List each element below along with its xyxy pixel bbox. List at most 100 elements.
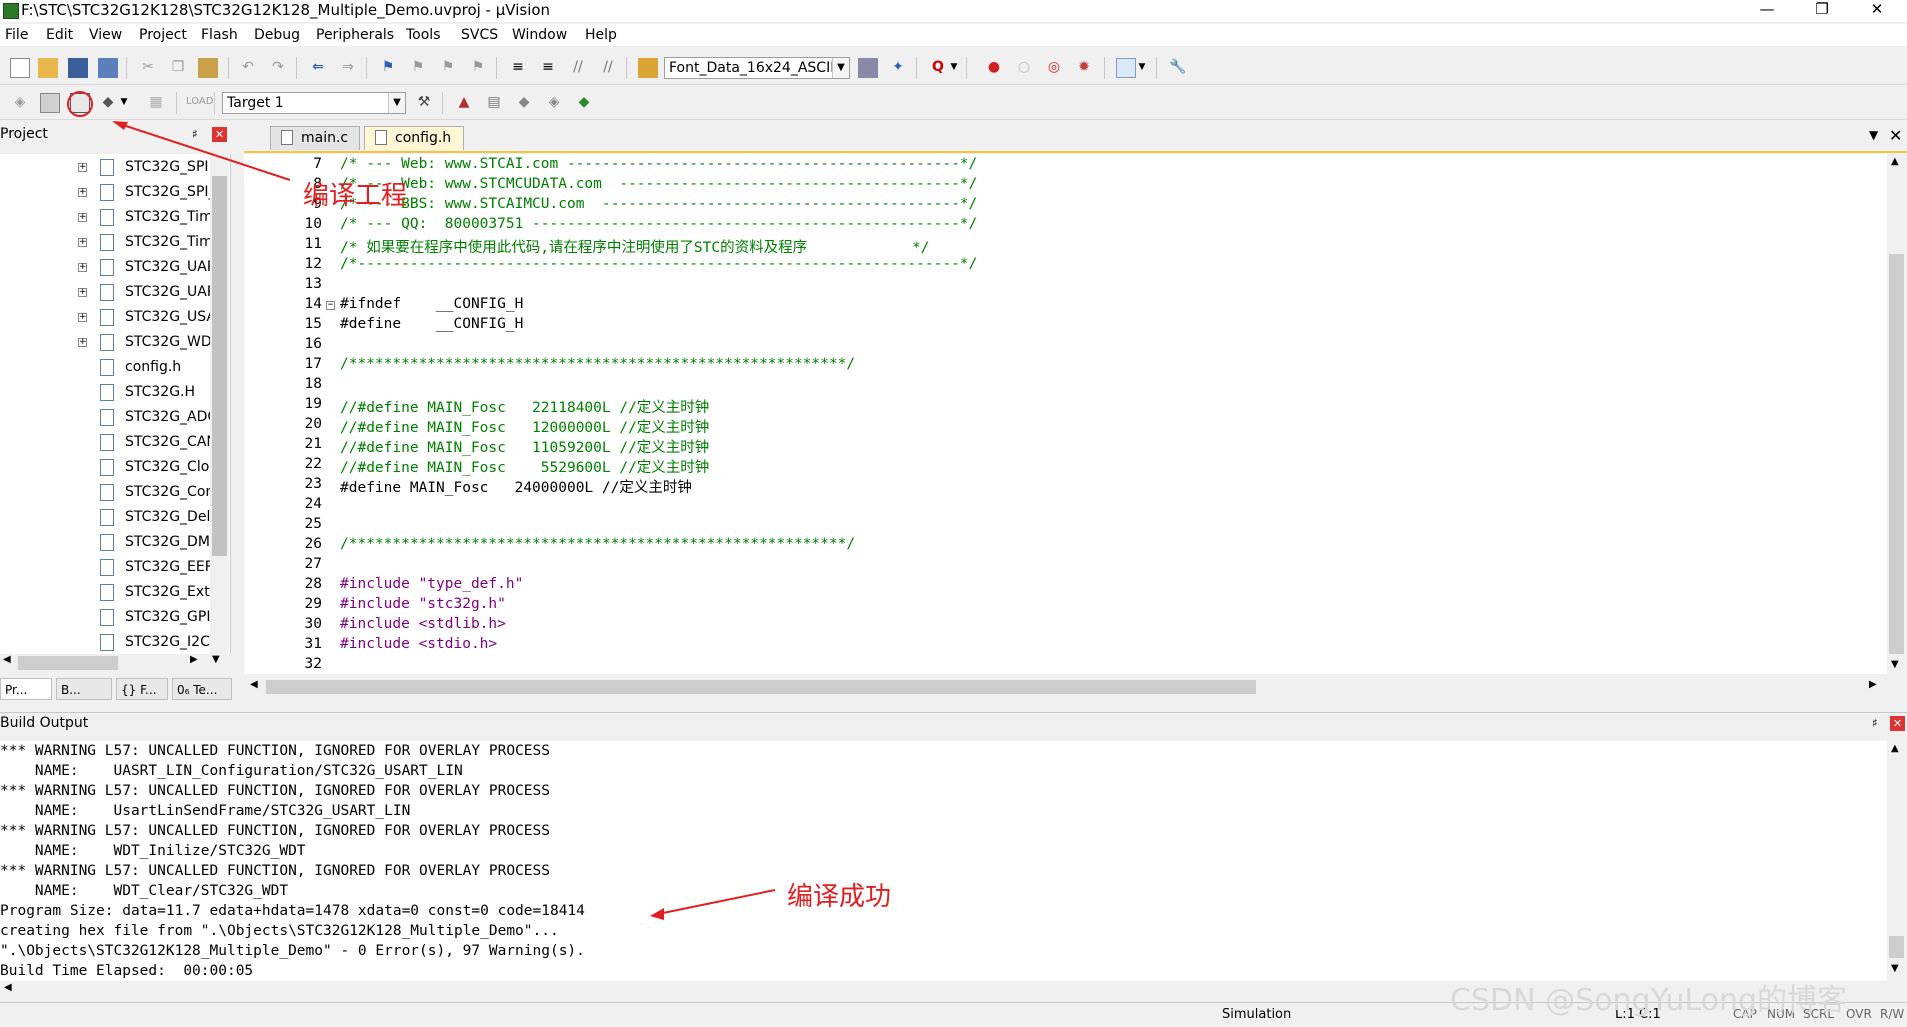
navigate-forward-icon[interactable]: ⇒ (338, 58, 358, 78)
tree-item[interactable]: + STC32G_USART (0, 306, 230, 331)
batch-build-icon[interactable]: ◆ (98, 93, 118, 113)
expand-icon[interactable]: + (78, 238, 87, 247)
navigate-back-icon[interactable]: ⇐ (308, 58, 328, 78)
unindent-icon[interactable]: ≡ (538, 58, 558, 78)
redo-icon[interactable]: ↷ (268, 58, 288, 78)
start-debug-icon[interactable]: Q (928, 58, 948, 78)
build-icon[interactable] (40, 93, 60, 113)
tree-item[interactable]: + STC32G_Timer (0, 206, 230, 231)
menu-file[interactable]: File (5, 27, 28, 43)
next-bookmark-icon[interactable]: ⚑ (438, 58, 458, 78)
open-folder-icon[interactable] (38, 58, 58, 78)
tree-item[interactable]: STC32G_GPIO (0, 606, 230, 631)
tree-item[interactable]: STC32G_ADC (0, 406, 230, 431)
insert-breakpoint-icon[interactable]: ● (984, 58, 1004, 78)
enable-breakpoint-icon[interactable]: ○ (1014, 58, 1034, 78)
output-vscroll-thumb[interactable] (1889, 936, 1904, 958)
cut-icon[interactable]: ✂ (138, 58, 158, 78)
menu-svcs[interactable]: SVCS (461, 27, 498, 43)
scroll-up-icon[interactable]: ▲ (1891, 743, 1899, 754)
output-vscrollbar[interactable]: ▲ ▼ (1887, 741, 1906, 981)
tree-item[interactable]: STC32G_Com (0, 481, 230, 506)
expand-icon[interactable]: + (78, 163, 87, 172)
expand-icon[interactable]: + (78, 213, 87, 222)
uncomment-icon[interactable]: // (598, 58, 618, 78)
menu-help[interactable]: Help (585, 27, 617, 43)
tree-item[interactable]: + STC32G_SPI_ (0, 181, 230, 206)
bookmark-icon[interactable]: ⚑ (378, 58, 398, 78)
pin-icon[interactable]: ♯ (1872, 713, 1878, 733)
pin-icon[interactable]: ♯ (192, 124, 198, 144)
menu-view[interactable]: View (89, 27, 122, 43)
scroll-down-icon[interactable]: ▼ (1891, 963, 1899, 974)
manage-components-icon[interactable]: ▲ (454, 93, 474, 113)
tree-hscroll-thumb[interactable] (18, 656, 118, 670)
editor-vscroll-thumb[interactable] (1889, 254, 1904, 654)
tab-templates[interactable]: 0₆ Te... (172, 678, 232, 700)
tree-item[interactable]: + STC32G_WDT (0, 331, 230, 356)
tree-item[interactable]: + STC32G_UART (0, 256, 230, 281)
indent-icon[interactable]: ≡ (508, 58, 528, 78)
menu-debug[interactable]: Debug (254, 27, 300, 43)
menu-window[interactable]: Window (512, 27, 567, 43)
expand-icon[interactable]: + (78, 313, 87, 322)
scroll-right-icon[interactable]: ▶ (1869, 679, 1877, 690)
build-output-panel[interactable]: *** WARNING L57: UNCALLED FUNCTION, IGNO… (0, 741, 1887, 981)
editor-hscroll-thumb[interactable] (266, 680, 1256, 694)
stop-build-icon[interactable]: ▦ (146, 93, 166, 113)
find-in-files-icon[interactable] (638, 58, 658, 78)
tree-item[interactable]: STC32G_DMA (0, 531, 230, 556)
kill-breakpoints-icon[interactable]: ✹ (1074, 58, 1094, 78)
save-icon[interactable] (68, 58, 88, 78)
menu-edit[interactable]: Edit (46, 27, 73, 43)
tree-item[interactable]: STC32G_Exti. (0, 581, 230, 606)
download-icon[interactable]: LOAD (186, 93, 213, 113)
paste-icon[interactable] (198, 58, 218, 78)
editor-hscrollbar[interactable]: ◀ ▶ (244, 678, 1887, 696)
select-packs-icon[interactable]: ◆ (514, 93, 534, 113)
tree-item[interactable]: STC32G_I2C.I (0, 631, 230, 654)
chevron-down-icon[interactable]: ▼ (118, 93, 130, 113)
code-editor[interactable]: 7 /* --- Web: www.STCAI.com -------------… (244, 154, 1887, 674)
disable-breakpoints-icon[interactable]: ◎ (1044, 58, 1064, 78)
rebuild-icon[interactable] (70, 93, 90, 113)
tree-item[interactable]: STC32G_CAN (0, 431, 230, 456)
configure-icon[interactable]: 🔧 (1168, 58, 1188, 78)
close-icon[interactable]: ✕ (212, 127, 227, 142)
chevron-down-icon[interactable]: ▼ (388, 93, 405, 113)
tree-scrollbar[interactable] (210, 154, 229, 654)
prev-bookmark-icon[interactable]: ⚑ (408, 58, 428, 78)
tree-item[interactable]: STC32G_EEPROM (0, 556, 230, 581)
expand-icon[interactable]: + (78, 188, 87, 197)
scroll-down-icon[interactable]: ▼ (212, 654, 220, 665)
file-extensions-icon[interactable]: ▤ (484, 93, 504, 113)
incremental-find-icon[interactable] (858, 58, 878, 78)
chevron-down-icon[interactable]: ▼ (832, 58, 849, 78)
tree-item[interactable]: STC32G_Clock (0, 456, 230, 481)
save-all-icon[interactable] (98, 58, 118, 78)
tab-main-c[interactable]: main.c (270, 126, 360, 150)
scroll-down-icon[interactable]: ▼ (1891, 659, 1899, 670)
scroll-left-icon[interactable]: ◀ (3, 654, 11, 665)
comment-icon[interactable]: // (568, 58, 588, 78)
expand-icon[interactable]: + (78, 338, 87, 347)
minimize-button[interactable]: — (1745, 0, 1789, 20)
translate-icon[interactable]: ◈ (10, 93, 30, 113)
tab-config-h[interactable]: config.h (364, 126, 464, 150)
menu-flash[interactable]: Flash (201, 27, 238, 43)
pack-installer-icon[interactable]: ◈ (544, 93, 564, 113)
tab-functions[interactable]: {} F... (116, 678, 168, 700)
tab-books[interactable]: B... (56, 678, 112, 700)
tree-scroll-thumb[interactable] (212, 176, 227, 556)
expand-icon[interactable]: + (78, 288, 87, 297)
debug-tools-icon[interactable]: ✦ (888, 58, 908, 78)
editor-vscrollbar[interactable]: ▲ ▼ (1887, 154, 1906, 674)
tree-item[interactable]: + STC32G_SPI.c (0, 156, 230, 181)
scroll-left-icon[interactable]: ◀ (4, 982, 12, 993)
undo-icon[interactable]: ↶ (238, 58, 258, 78)
close-editor-icon[interactable]: ✕ (1889, 126, 1902, 145)
close-icon[interactable]: ✕ (1890, 716, 1905, 731)
new-file-icon[interactable] (10, 58, 30, 78)
copy-icon[interactable]: ❐ (168, 58, 188, 78)
find-combo[interactable]: Font_Data_16x24_ASCII ▼ (664, 57, 850, 79)
